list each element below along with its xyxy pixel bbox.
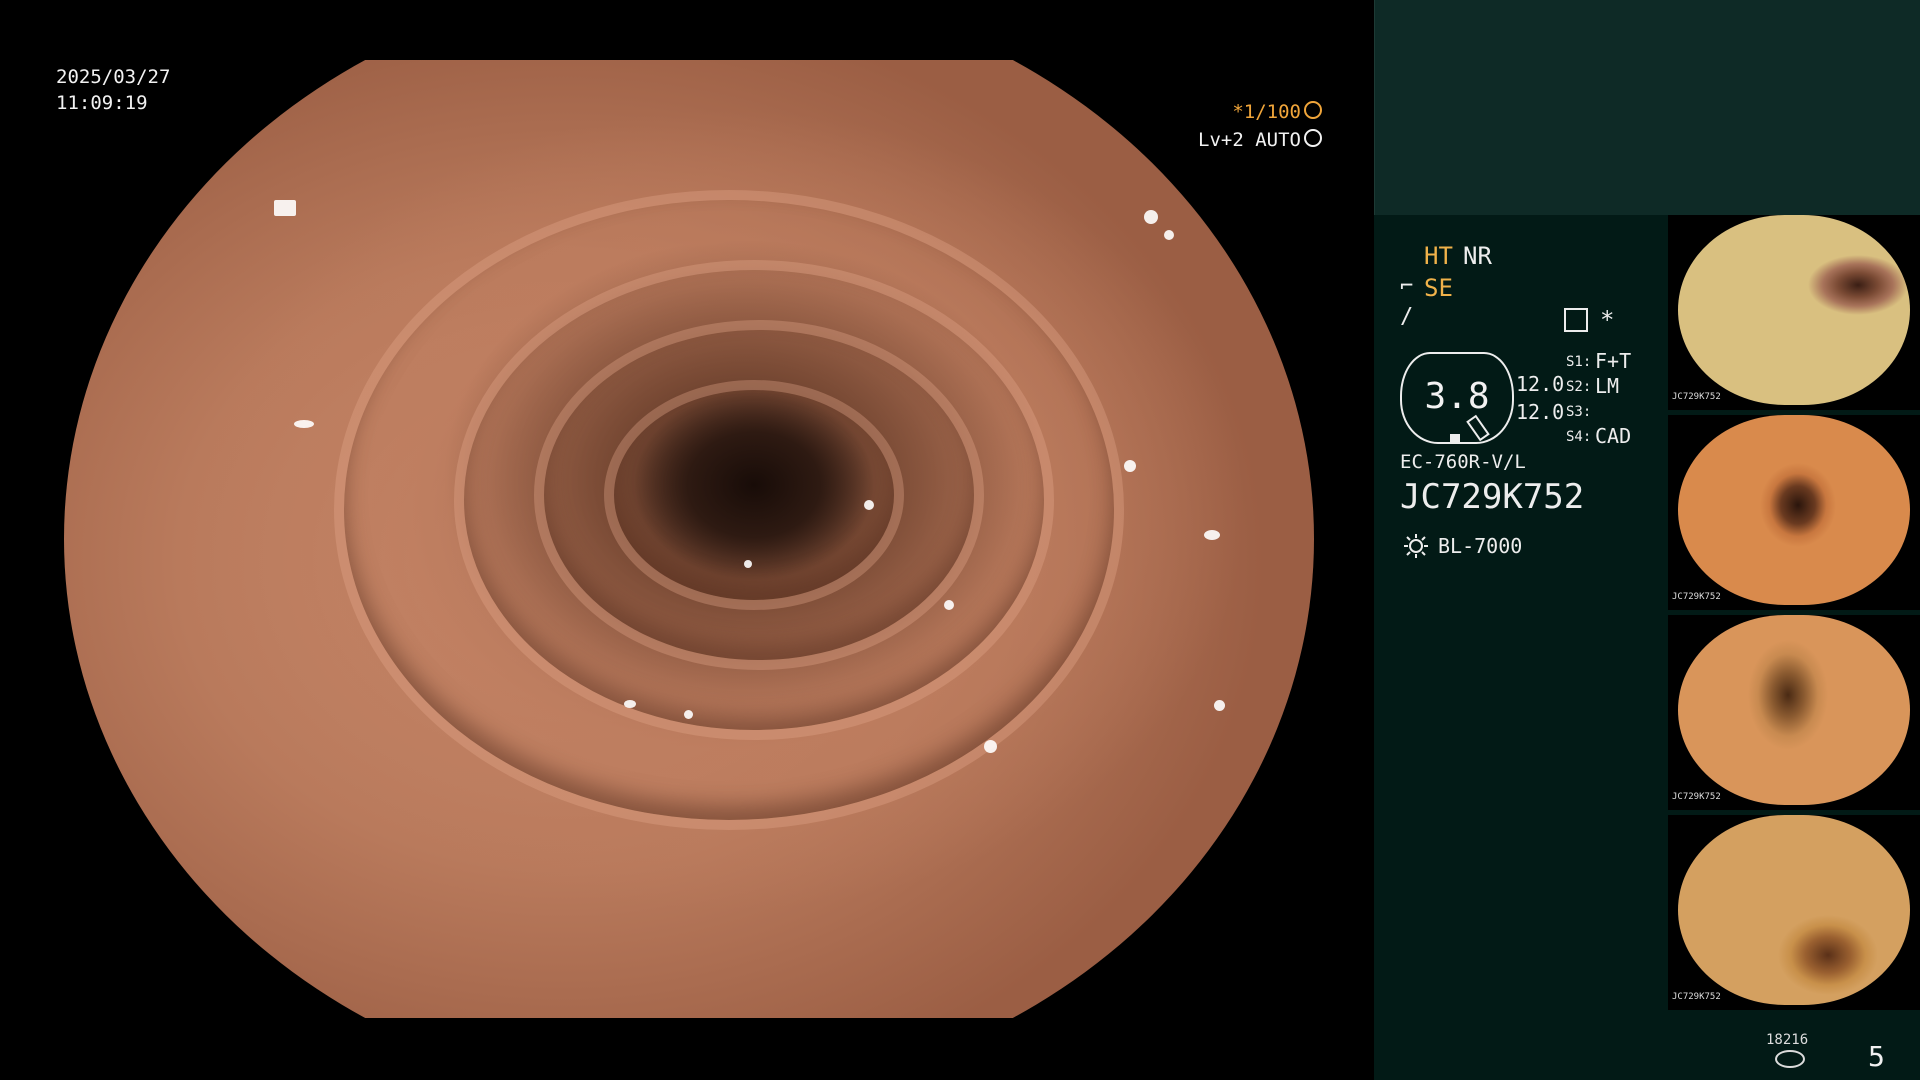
thumbnail-serial: JC729K752 bbox=[1672, 592, 1721, 602]
captured-image-thumbnail[interactable]: JC729K752 bbox=[1668, 415, 1920, 610]
captured-image-thumbnail[interactable]: JC729K752 bbox=[1668, 615, 1920, 810]
enhancement-icon: ⌐ bbox=[1400, 274, 1414, 299]
thumbnail-serial: JC729K752 bbox=[1672, 392, 1721, 402]
s2-value: LM bbox=[1595, 374, 1620, 398]
asterisk-indicator: * bbox=[1600, 306, 1615, 334]
specular-highlight bbox=[1164, 230, 1174, 240]
specular-highlight bbox=[944, 600, 954, 610]
image-count: 5 bbox=[1868, 1040, 1885, 1073]
s3-label: S3: bbox=[1566, 404, 1592, 420]
specular-highlight bbox=[1124, 460, 1136, 472]
specular-highlight bbox=[1144, 210, 1158, 224]
endoscope-image bbox=[64, 60, 1314, 1018]
gauge-pointer bbox=[1466, 414, 1490, 442]
specular-highlight bbox=[684, 710, 693, 719]
specular-highlight bbox=[274, 200, 296, 216]
time-text: 11:09:19 bbox=[56, 92, 148, 114]
specular-highlight bbox=[1214, 700, 1225, 711]
magnification-value: 3.8 bbox=[1424, 376, 1490, 417]
value-row-2: 12.0 bbox=[1516, 400, 1565, 424]
specular-highlight bbox=[744, 560, 752, 568]
gauge-marker bbox=[1450, 434, 1460, 442]
exposure-overlay: *1/100 Lv+2 AUTO bbox=[1198, 98, 1322, 154]
datetime-overlay: 2025/03/27 11:09:19 bbox=[56, 64, 170, 116]
thumbnail-serial: JC729K752 bbox=[1672, 792, 1721, 802]
specular-highlight bbox=[1204, 530, 1220, 540]
s4-value: CAD bbox=[1595, 424, 1632, 448]
thumbnail-image bbox=[1678, 615, 1910, 805]
ht-indicator: HT bbox=[1424, 242, 1453, 270]
s1-label: S1: bbox=[1566, 354, 1592, 370]
light-source-icon bbox=[1404, 534, 1428, 558]
magnification-gauge: 3.8 bbox=[1400, 352, 1514, 444]
specular-highlight bbox=[984, 740, 997, 753]
s1-value: F+T bbox=[1595, 349, 1632, 373]
specular-highlight bbox=[624, 700, 636, 708]
captured-image-thumbnail[interactable]: JC729K752 bbox=[1668, 815, 1920, 1010]
shutter-speed: *1/100 bbox=[1232, 101, 1301, 123]
specular-highlight bbox=[1164, 920, 1174, 930]
light-source-name: BL-7000 bbox=[1438, 534, 1523, 558]
specular-highlight bbox=[294, 420, 314, 428]
brightness-level: Lv+2 AUTO bbox=[1198, 129, 1301, 151]
scope-model: EC-760R-V/L bbox=[1400, 451, 1526, 473]
value-row-1: 12.0 bbox=[1516, 372, 1565, 396]
date-text: 2025/03/27 bbox=[56, 66, 171, 88]
storage-count: 18216 bbox=[1766, 1032, 1809, 1048]
settings-list-icon bbox=[1564, 308, 1588, 332]
s4-label: S4: bbox=[1566, 429, 1592, 445]
captured-image-thumbnail[interactable]: JC729K752 bbox=[1668, 215, 1920, 410]
thumbnail-serial: JC729K752 bbox=[1672, 992, 1721, 1002]
structure-icon: ∕ bbox=[1400, 304, 1414, 329]
mucosal-fold bbox=[604, 380, 904, 610]
storage-disk-icon bbox=[1775, 1050, 1805, 1068]
auto-iris-icon bbox=[1304, 129, 1322, 147]
scope-serial: JC729K752 bbox=[1400, 477, 1585, 517]
specular-highlight bbox=[864, 500, 874, 510]
panel-header-area bbox=[1374, 0, 1920, 215]
thumbnail-image bbox=[1678, 415, 1910, 605]
thumbnail-image bbox=[1678, 815, 1910, 1005]
nr-indicator: NR bbox=[1463, 242, 1492, 270]
aperture-icon bbox=[1304, 101, 1322, 119]
se-indicator: SE bbox=[1424, 274, 1453, 302]
s2-label: S2: bbox=[1566, 379, 1592, 395]
thumbnail-image bbox=[1678, 215, 1910, 405]
